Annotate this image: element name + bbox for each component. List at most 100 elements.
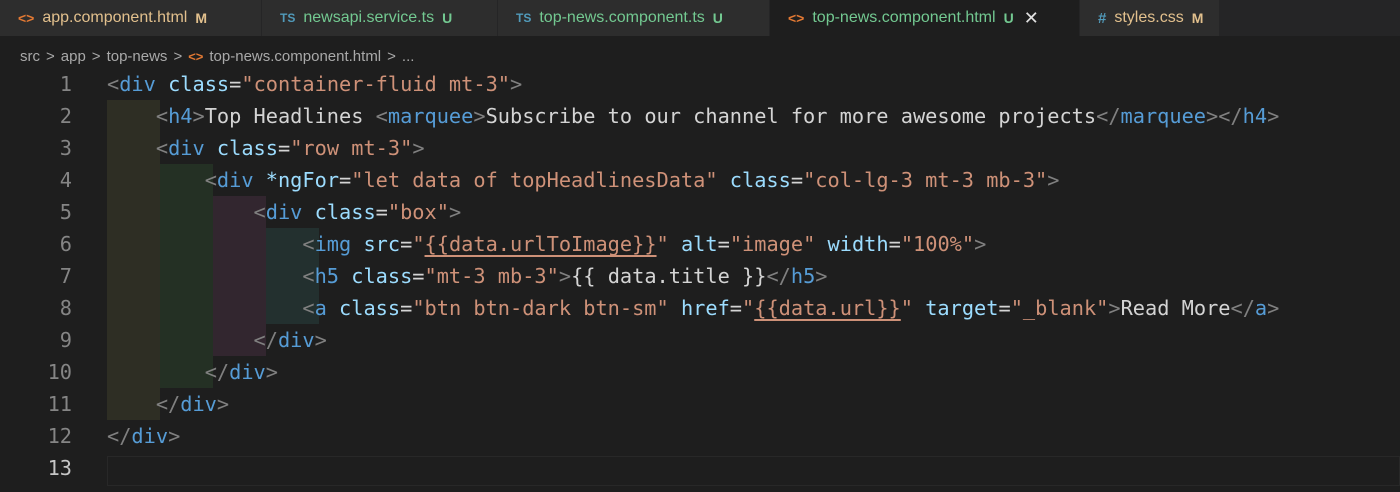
code-token: = — [790, 168, 804, 192]
code-line: 9 </div> — [0, 324, 1400, 356]
code-token: < — [107, 72, 120, 96]
code-token: > — [1267, 104, 1280, 128]
breadcrumb-item-top-news[interactable]: top-news — [107, 48, 168, 65]
editor-tab-bar: <> app.component.html M TS newsapi.service.t… — [0, 0, 1400, 36]
line-number: 1 — [59, 72, 72, 96]
code-token: " — [742, 296, 755, 320]
code-token: </ — [155, 392, 181, 416]
code-token: "image" — [729, 232, 816, 256]
breadcrumb-more[interactable]: ... — [402, 48, 415, 65]
code-line: 3 <div class="row mt-3"> — [0, 132, 1400, 164]
code-line: 6 <img src="{{data.urlToImage}}" alt="im… — [0, 228, 1400, 260]
code-token: h4 — [1242, 104, 1268, 128]
breadcrumb-item-file[interactable]: top-news.component.html — [209, 48, 381, 65]
code-text: </div> — [107, 324, 327, 356]
tab-label: app.component.html — [42, 9, 188, 26]
code-token: </ — [1096, 104, 1121, 128]
tab-label: newsapi.service.ts — [303, 9, 435, 26]
code-token: div — [229, 360, 266, 384]
code-token: div — [168, 136, 205, 160]
close-icon[interactable]: ✕ — [1024, 8, 1039, 29]
code-token: "let data of topHeadlinesData" — [351, 168, 718, 192]
line-number: 5 — [59, 200, 72, 224]
tab-styles-css[interactable]: # styles.css M — [1080, 0, 1220, 36]
code-token: < — [375, 104, 388, 128]
code-token: = — [339, 168, 352, 192]
code-token: </ — [253, 328, 278, 352]
html-file-icon: <> — [788, 10, 805, 26]
code-token: = — [375, 200, 388, 224]
code-token: "box" — [387, 200, 449, 224]
tab-app-component-html[interactable]: <> app.component.html M — [0, 0, 262, 36]
code-token: > — [1108, 296, 1121, 320]
code-line: 1 <div class="container-fluid mt-3"> — [0, 68, 1400, 100]
code-token: > — [974, 232, 987, 256]
code-text: </div> — [107, 420, 180, 452]
code-token: "_blank" — [1010, 296, 1109, 320]
code-editor[interactable]: 1 <div class="container-fluid mt-3"> 2 < h4… — [0, 68, 1400, 492]
code-token: = — [400, 232, 413, 256]
code-text: </div> — [107, 388, 229, 420]
code-text: <h4>Top Headlines <marquee>Subscribe to … — [107, 100, 1279, 132]
breadcrumb-item-app[interactable]: app — [61, 48, 86, 65]
typescript-file-icon: TS — [280, 11, 296, 25]
line-number: 13 — [47, 456, 72, 480]
code-token: target — [925, 296, 999, 320]
code-token: Top Headlines — [204, 104, 376, 128]
code-token: div — [180, 392, 217, 416]
code-token: > — [1267, 296, 1280, 320]
code-token: < — [302, 232, 315, 256]
code-token: " — [412, 232, 425, 256]
code-token: > — [510, 72, 523, 96]
code-token: > — [412, 136, 425, 160]
tab-top-news-component-html[interactable]: <> top-news.component.html U ✕ — [770, 0, 1080, 36]
tab-newsapi-service-ts[interactable]: TS newsapi.service.ts U — [262, 0, 498, 36]
html-file-icon: <> — [18, 10, 35, 26]
line-number: 4 — [59, 168, 72, 192]
breadcrumb-item-src[interactable]: src — [20, 48, 40, 65]
code-token: = — [717, 232, 730, 256]
code-token: </ — [204, 360, 230, 384]
line-number: 10 — [47, 360, 72, 384]
code-token: > — [473, 104, 486, 128]
code-text: <div class="container-fluid mt-3"> — [107, 68, 522, 100]
code-text: <a class="btn btn-dark btn-sm" href="{{d… — [107, 292, 1279, 324]
tab-top-news-component-ts[interactable]: TS top-news.component.ts U — [498, 0, 770, 36]
code-token: {{data.url}} — [754, 296, 901, 320]
code-token: ></ — [1206, 104, 1243, 128]
code-token: {{data.urlToImage}} — [424, 232, 657, 256]
line-number: 2 — [59, 104, 72, 128]
code-line: 13 — [0, 452, 1400, 484]
tab-label: top-news.component.html — [812, 9, 996, 26]
code-token: = — [888, 232, 901, 256]
code-token: > — [314, 328, 327, 352]
code-token: marquee — [387, 104, 474, 128]
code-line: 8 <a class="btn btn-dark btn-sm" href="{… — [0, 292, 1400, 324]
code-token: div — [277, 328, 315, 352]
code-token: " — [656, 232, 669, 256]
code-text: </div> — [107, 356, 278, 388]
code-token: href — [680, 296, 730, 320]
code-text: <h5 class="mt-3 mb-3">{{ data.title }}</… — [107, 260, 827, 292]
code-token: h4 — [168, 104, 193, 128]
code-line: 7 <h5 class="mt-3 mb-3">{{ data.title }}… — [0, 260, 1400, 292]
git-status-badge: U — [1003, 10, 1014, 26]
code-token: < — [253, 200, 266, 224]
code-token: img — [314, 232, 352, 256]
code-token: = — [229, 72, 242, 96]
code-token: div — [119, 72, 156, 96]
line-number: 3 — [59, 136, 72, 160]
code-token: class — [216, 136, 278, 160]
tab-label: styles.css — [1114, 9, 1184, 26]
tab-label: top-news.component.ts — [539, 9, 705, 26]
code-text: <div class="box"> — [107, 196, 462, 228]
code-token: > — [1047, 168, 1060, 192]
code-token: > — [558, 264, 572, 288]
